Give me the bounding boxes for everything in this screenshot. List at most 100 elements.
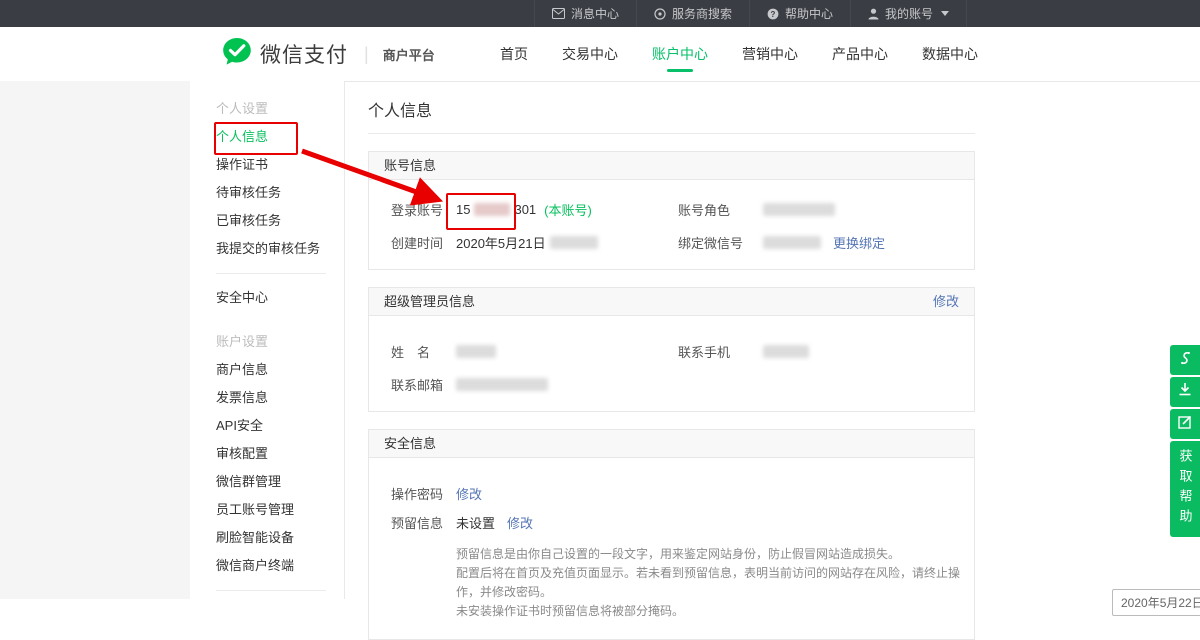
redacted-contact-email [456, 378, 548, 391]
security-info-card-body: 操作密码 修改 预留信息 未设置 修改 预留信息是由你自己设置的一段文字，用来鉴… [369, 458, 974, 639]
sidebar-item-my-submitted-tasks[interactable]: 我提交的审核任务 [216, 235, 344, 263]
sidebar-divider [216, 273, 326, 274]
redacted-login-middle [474, 203, 510, 216]
feedback-button[interactable] [1170, 409, 1200, 439]
portal-name: 商户平台 [383, 45, 435, 64]
message-center-link[interactable]: 消息中心 [534, 0, 636, 27]
sidebar-item-reviewed-tasks[interactable]: 已审核任务 [216, 207, 344, 235]
operation-password-label: 操作密码 [391, 484, 456, 503]
sidebar-group-account-settings: 账户设置 [216, 328, 344, 356]
sidebar-item-face-smart-device[interactable]: 刷脸智能设备 [216, 524, 344, 552]
message-icon [552, 8, 565, 19]
current-account-tag: (本账号) [544, 200, 592, 219]
created-time-value: 2020年5月21日 [456, 233, 598, 252]
download-button[interactable] [1170, 377, 1200, 407]
nav-product-center[interactable]: 产品中心 [832, 27, 888, 81]
nav-data-center[interactable]: 数据中心 [922, 27, 978, 81]
account-info-card: 账号信息 登录账号 15301 (本账号) 账号角色 创建时间 [368, 151, 975, 270]
get-help-button[interactable]: 获取帮助 [1170, 441, 1200, 537]
redacted-account-role [763, 203, 835, 216]
main-nav: 首页 交易中心 账户中心 营销中心 产品中心 数据中心 [466, 27, 978, 81]
wechat-pay-logo-icon [222, 37, 252, 71]
super-admin-card: 超级管理员信息 修改 姓 名 联系手机 联系邮箱 [368, 287, 975, 412]
topbar-item-label: 帮助中心 [785, 5, 833, 22]
svg-text:?: ? [771, 9, 776, 18]
service-provider-search-link[interactable]: 服务商搜索 [636, 0, 749, 27]
sidebar-item-review-config[interactable]: 审核配置 [216, 440, 344, 468]
help-center-link[interactable]: ? 帮助中心 [749, 0, 850, 27]
redacted-wechat-id [763, 236, 821, 249]
account-info-card-header: 账号信息 [369, 152, 974, 180]
sidebar-item-api-security[interactable]: API安全 [216, 412, 344, 440]
security-info-card-header: 安全信息 [369, 430, 974, 458]
security-info-title: 安全信息 [384, 436, 436, 451]
nav-transaction-center[interactable]: 交易中心 [562, 27, 618, 81]
super-admin-title: 超级管理员信息 [384, 294, 475, 309]
date-tooltip: 2020年5月22日 [1112, 589, 1200, 616]
topbar-item-label: 消息中心 [571, 5, 619, 22]
header: 微信支付 | 商户平台 首页 交易中心 账户中心 营销中心 产品中心 数据中心 [0, 27, 1200, 82]
sidebar-group-personal-settings: 个人设置 [216, 95, 344, 123]
sidebar-item-staff-account-mgmt[interactable]: 员工账号管理 [216, 496, 344, 524]
edit-admin-link[interactable]: 修改 [933, 288, 959, 315]
floating-buttons: 获取帮助 [1170, 345, 1200, 537]
topbar-items: 消息中心 服务商搜索 ? 帮助中心 我的账号 [534, 0, 967, 27]
account-info-title: 账号信息 [384, 158, 436, 173]
edit-icon [1178, 415, 1192, 434]
title-divider [368, 133, 975, 134]
sidebar-item-wechat-group-mgmt[interactable]: 微信群管理 [216, 468, 344, 496]
contact-phone-label: 联系手机 [678, 342, 763, 361]
desc-line: 配置后将在首页及充值页面显示。若未看到预留信息，表明当前访问的网站存在风险，请终… [456, 564, 974, 602]
reserve-info-label: 预留信息 [391, 513, 456, 532]
sidebar: 个人设置 个人信息 操作证书 待审核任务 已审核任务 我提交的审核任务 安全中心… [190, 81, 345, 599]
user-icon [868, 8, 879, 20]
nav-home[interactable]: 首页 [500, 27, 528, 81]
brand-separator: | [364, 44, 369, 65]
edit-password-link[interactable]: 修改 [456, 484, 482, 503]
nav-account-center[interactable]: 账户中心 [652, 27, 708, 81]
sidebar-divider [216, 590, 326, 591]
link-button[interactable] [1170, 345, 1200, 375]
account-info-card-body: 登录账号 15301 (本账号) 账号角色 创建时间 2020年5月21日 [369, 180, 974, 269]
nav-marketing-center[interactable]: 营销中心 [742, 27, 798, 81]
redacted-admin-name [456, 345, 496, 358]
main-content: 个人信息 账号信息 登录账号 15301 (本账号) 账号角色 [368, 81, 975, 640]
sidebar-item-security-center[interactable]: 安全中心 [216, 284, 344, 312]
sidebar-item-invoice-info[interactable]: 发票信息 [216, 384, 344, 412]
sidebar-item-personal-info[interactable]: 个人信息 [216, 123, 344, 151]
my-account-menu[interactable]: 我的账号 [850, 0, 967, 27]
sidebar-item-operation-certificate[interactable]: 操作证书 [216, 151, 344, 179]
super-admin-card-header: 超级管理员信息 修改 [369, 288, 974, 316]
download-icon [1178, 382, 1192, 402]
sidebar-item-wechat-merchant-terminal[interactable]: 微信商户终端 [216, 552, 344, 580]
page-title: 个人信息 [368, 101, 975, 123]
bound-wechat-label: 绑定微信号 [678, 233, 763, 252]
login-account-value: 15301 (本账号) [456, 200, 592, 219]
redacted-contact-phone [763, 345, 809, 358]
super-admin-card-body: 姓 名 联系手机 联系邮箱 [369, 316, 974, 411]
redacted-created-time [550, 236, 598, 249]
left-gray-strip [0, 81, 190, 599]
help-icon: ? [767, 8, 779, 20]
desc-line: 未安装操作证书时预留信息将被部分掩码。 [456, 602, 974, 621]
brand-name: 微信支付 [260, 39, 348, 69]
sidebar-item-pending-review-tasks[interactable]: 待审核任务 [216, 179, 344, 207]
sidebar-item-merchant-info[interactable]: 商户信息 [216, 356, 344, 384]
chevron-down-icon [941, 11, 949, 16]
brand: 微信支付 | 商户平台 [222, 27, 435, 81]
search-icon [654, 8, 666, 20]
link-icon [1178, 350, 1192, 371]
reserve-status: 未设置 [456, 513, 495, 532]
topbar-item-label: 服务商搜索 [672, 5, 732, 22]
sidebar-spacer [216, 312, 344, 328]
security-info-card: 安全信息 操作密码 修改 预留信息 未设置 修改 预留信息是由你自己设置的一段文… [368, 429, 975, 640]
created-time-label: 创建时间 [391, 233, 456, 252]
login-account-label: 登录账号 [391, 200, 456, 219]
topbar: 消息中心 服务商搜索 ? 帮助中心 我的账号 [0, 0, 1200, 27]
topbar-item-label: 我的账号 [885, 5, 933, 22]
contact-email-label: 联系邮箱 [391, 375, 456, 394]
reserve-info-description: 预留信息是由你自己设置的一段文字，用来鉴定网站身份，防止假冒网站造成损失。 配置… [456, 545, 974, 621]
admin-name-label: 姓 名 [391, 342, 456, 361]
edit-reserve-link[interactable]: 修改 [507, 513, 533, 532]
change-binding-link[interactable]: 更换绑定 [833, 233, 885, 252]
